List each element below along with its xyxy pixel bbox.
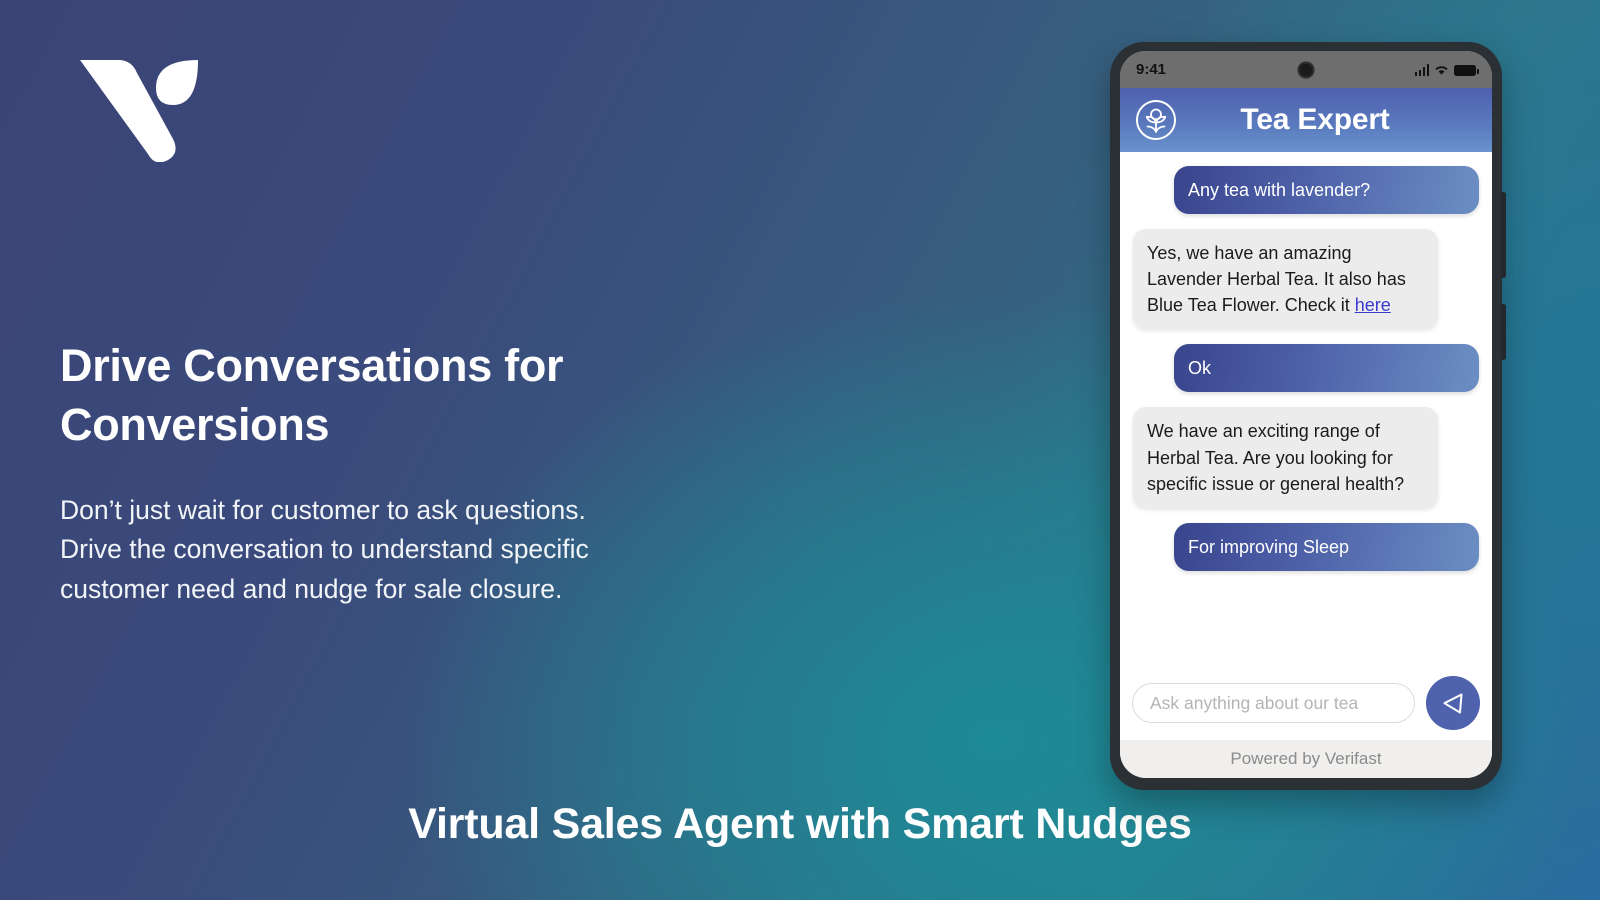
hero-body-line-1: Don’t just wait for customer to ask ques… — [60, 494, 586, 525]
page-title: Drive Conversations for Conversions — [60, 340, 564, 451]
message-row: Any tea with lavender? — [1133, 166, 1479, 215]
verifast-logo — [74, 52, 210, 163]
message-list[interactable]: Any tea with lavender? Yes, we have an a… — [1120, 152, 1492, 668]
slide-canvas: Drive Conversations for Conversions Don’… — [0, 0, 1600, 900]
status-bar: 9:41 — [1120, 51, 1492, 88]
bot-message-bubble: We have an exciting range of Herbal Tea.… — [1133, 407, 1438, 508]
message-row: Ok — [1133, 344, 1479, 393]
wifi-icon — [1435, 65, 1448, 75]
chat-title: Tea Expert — [1240, 103, 1390, 136]
volume-button[interactable] — [1501, 192, 1506, 278]
message-row: Yes, we have an amazing Lavender Herbal … — [1133, 229, 1479, 330]
hero-body-line-3: customer need and nudge for sale closure… — [60, 573, 563, 604]
send-button[interactable] — [1426, 676, 1480, 730]
cellular-signal-icon — [1414, 63, 1429, 76]
tea-flower-icon — [1134, 98, 1178, 142]
front-camera-icon — [1297, 61, 1315, 78]
user-message-bubble: For improving Sleep — [1174, 522, 1479, 571]
bot-message-bubble: Yes, we have an amazing Lavender Herbal … — [1133, 229, 1438, 330]
chat-input[interactable] — [1132, 683, 1415, 723]
power-button[interactable] — [1501, 304, 1506, 360]
powered-by-label: Powered by Verifast — [1120, 740, 1492, 778]
hero-body: Don’t just wait for customer to ask ques… — [60, 491, 740, 609]
status-bar-indicators — [1414, 63, 1479, 76]
slide-caption: Virtual Sales Agent with Smart Nudges — [408, 800, 1192, 848]
product-link[interactable]: here — [1355, 295, 1391, 315]
status-bar-time: 9:41 — [1136, 61, 1167, 78]
message-row: We have an exciting range of Herbal Tea.… — [1133, 407, 1479, 508]
hero-body-line-2: Drive the conversation to understand spe… — [60, 534, 589, 565]
user-message-bubble: Ok — [1174, 344, 1479, 393]
message-row: For improving Sleep — [1133, 522, 1479, 571]
chat-header: Tea Expert — [1120, 88, 1492, 152]
hero-copy: Drive Conversations for Conversions Don’… — [60, 336, 740, 609]
send-paper-plane-icon — [1443, 693, 1463, 714]
message-composer — [1120, 668, 1492, 740]
user-message-bubble: Any tea with lavender? — [1174, 166, 1479, 215]
battery-full-icon — [1454, 64, 1479, 76]
phone-screen: 9:41 Tea Expert Any tea with lavender? Y… — [1120, 51, 1492, 778]
phone-mockup: 9:41 Tea Expert Any tea with lavender? Y… — [1110, 42, 1506, 790]
